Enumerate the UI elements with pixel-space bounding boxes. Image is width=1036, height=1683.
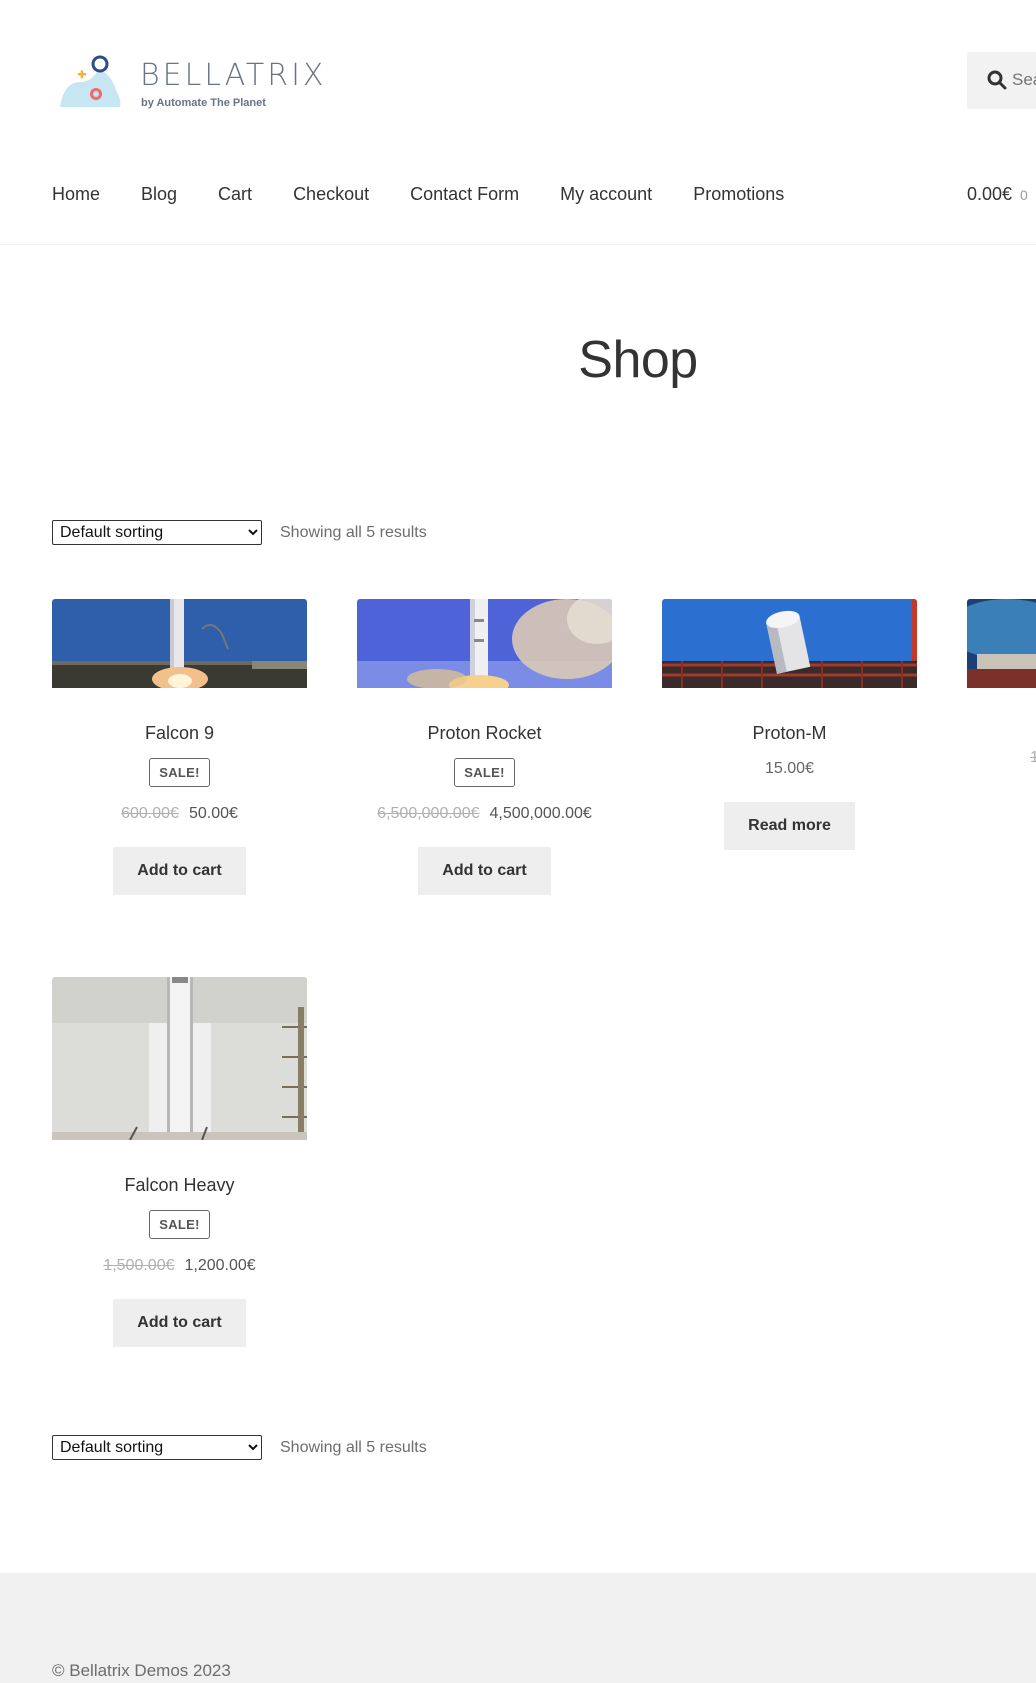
proton-rocket-image (357, 599, 612, 693)
product-image[interactable] (52, 599, 307, 693)
add-to-cart-button[interactable]: Add to cart (113, 1299, 246, 1347)
product-title[interactable]: Proton-M (662, 723, 917, 744)
site-footer: © Bellatrix Demos 2023 (0, 1573, 1036, 1683)
page-title: Shop (578, 331, 698, 389)
nav-promotions[interactable]: Promotions (693, 184, 784, 205)
add-to-cart-button[interactable]: Add to cart (418, 847, 551, 895)
shop-toolbar-bottom: Default sorting Sort by popularity Sort … (52, 1435, 427, 1460)
cart-count: 0 (1020, 187, 1028, 203)
product-card: Proton-M 15.00€ Read more (662, 599, 917, 850)
product-title[interactable]: Falcon Heavy (52, 1175, 307, 1196)
product-price: 600.00€ 50.00€ (52, 805, 307, 823)
current-price: 4,500,000.00€ (489, 805, 592, 822)
product-price: 1,500.00€ 1,200.00€ (52, 1257, 307, 1275)
shop-toolbar-top: Default sorting Sort by popularity Sort … (52, 520, 427, 545)
nav-my-account[interactable]: My account (560, 184, 652, 205)
product-image[interactable] (52, 977, 307, 1145)
primary-navigation: Home Blog Cart Checkout Contact Form My … (52, 184, 825, 205)
cart-total: 0.00€ (967, 184, 1013, 204)
product-price: 1 (967, 749, 1036, 767)
logo-title: BELLATRIX (140, 58, 327, 93)
proton-m-image (662, 599, 917, 688)
sale-badge: SALE! (454, 758, 515, 787)
sorting-select[interactable]: Default sorting Sort by popularity Sort … (52, 1435, 262, 1460)
sorting-select[interactable]: Default sorting Sort by popularity Sort … (52, 520, 262, 545)
nav-cart[interactable]: Cart (218, 184, 252, 205)
product-title[interactable]: Falcon 9 (52, 723, 307, 744)
old-price: 600.00€ (121, 805, 179, 822)
add-to-cart-button[interactable]: Add to cart (113, 847, 246, 895)
old-price: 1 (1030, 749, 1036, 766)
page: BELLATRIX by Automate The Planet Home Bl… (0, 0, 1036, 1683)
falcon-9-image (52, 599, 307, 691)
search-icon (987, 70, 1007, 90)
product-image[interactable] (662, 599, 917, 693)
result-count: Showing all 5 results (280, 523, 427, 541)
current-price: 50.00€ (188, 805, 238, 822)
logo-mark-icon (60, 55, 121, 107)
nav-home[interactable]: Home (52, 184, 100, 205)
product-price: 15.00€ (765, 760, 814, 777)
site-header: BELLATRIX by Automate The Planet Home Bl… (0, 0, 1036, 245)
product-card: Falcon Heavy SALE! 1,500.00€ 1,200.00€ Ad… (52, 977, 307, 1347)
product-card: Falcon 9 SALE! 600.00€ 50.00€ Add to cart (52, 599, 307, 895)
read-more-button[interactable]: Read more (724, 802, 855, 850)
nav-checkout[interactable]: Checkout (293, 184, 369, 205)
old-price: 1,500.00€ (103, 1257, 175, 1274)
product-title[interactable]: Proton Rocket (357, 723, 612, 744)
old-price: 6,500,000.00€ (377, 805, 480, 822)
product-card: Proton Rocket SALE! 6,500,000.00€ 4,500,0… (357, 599, 612, 895)
sale-badge: SALE! (149, 1210, 210, 1239)
logo-subtitle: by Automate The Planet (141, 97, 266, 109)
product-image[interactable] (357, 599, 612, 693)
product-card: 1 (967, 599, 1036, 821)
copyright-text: © Bellatrix Demos 2023 (52, 1661, 231, 1680)
falcon-heavy-image (52, 977, 307, 1141)
site-logo[interactable]: BELLATRIX by Automate The Planet (58, 52, 338, 118)
product-price: 6,500,000.00€ 4,500,000.00€ (357, 805, 612, 823)
current-price: 1,200.00€ (184, 1257, 256, 1274)
search-box (967, 52, 1036, 109)
search-input[interactable] (1012, 68, 1036, 92)
header-cart[interactable]: 0.00€ 0 (967, 184, 1028, 205)
product-4-image (967, 599, 1036, 688)
product-image[interactable] (967, 599, 1036, 693)
sale-badge: SALE! (149, 758, 210, 787)
result-count: Showing all 5 results (280, 1438, 427, 1456)
nav-contact-form[interactable]: Contact Form (410, 184, 519, 205)
nav-blog[interactable]: Blog (141, 184, 177, 205)
